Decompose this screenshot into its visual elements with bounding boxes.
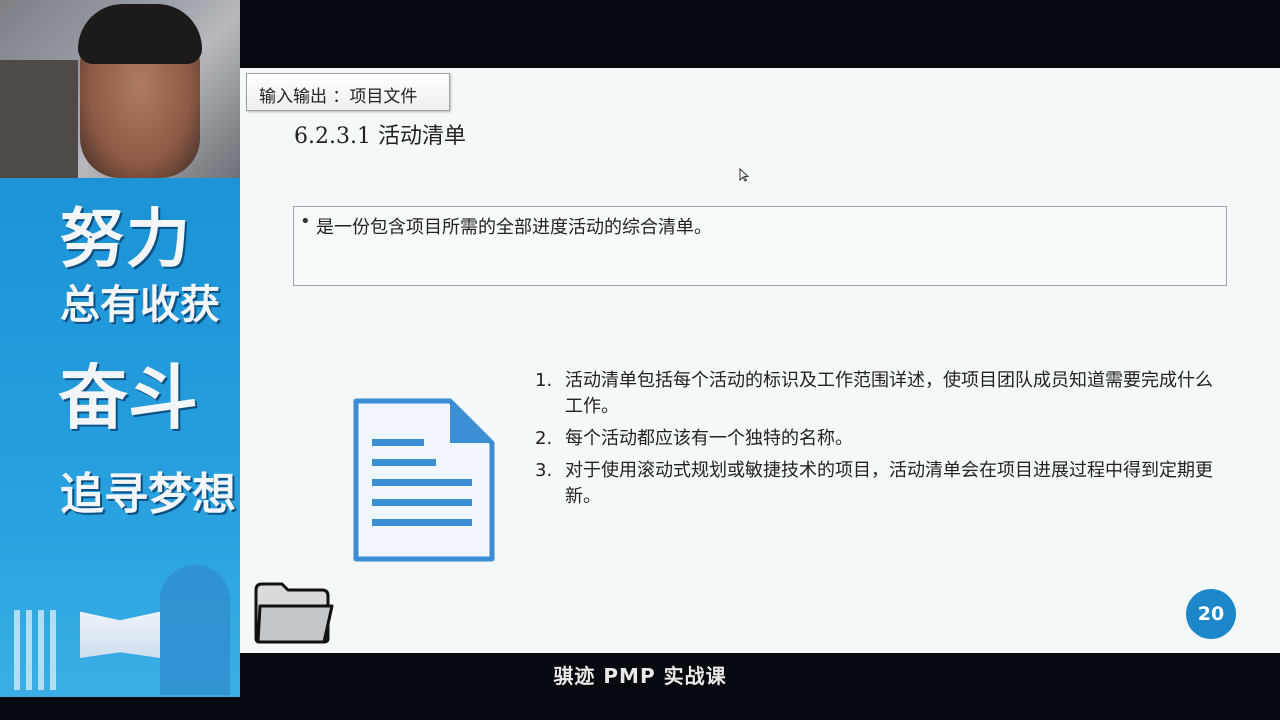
list-item: 2. 每个活动都应该有一个独特的名称。 (535, 426, 1225, 452)
page-number-badge: 20 (1186, 589, 1236, 639)
section-tab-label: 输入输出 ：项目文件 (259, 87, 418, 107)
definition-text: 是一份包含项目所需的全部进度活动的综合清单。 (316, 217, 712, 238)
definition-box: • 是一份包含项目所需的全部进度活动的综合清单。 (293, 206, 1227, 286)
slogan-line-1: 努力 (60, 203, 192, 277)
slogan-line-3: 奋斗 (58, 357, 198, 439)
list-item-number: 2. (535, 428, 553, 449)
list-item-text: 对于使用滚动式规划或敏捷技术的项目，活动清单会在项目进展过程中得到定期更新。 (565, 460, 1213, 507)
list-item-text: 活动清单包括每个活动的标识及工作范围详述，使项目团队成员知道需要完成什么工作。 (565, 370, 1213, 417)
slogan-line-2: 总有收获 (60, 282, 220, 328)
bullet-icon: • (300, 211, 311, 232)
list-item: 1. 活动清单包括每个活动的标识及工作范围详述，使项目团队成员知道需要完成什么工… (535, 368, 1225, 420)
activity-list-points: 1. 活动清单包括每个活动的标识及工作范围详述，使项目团队成员知道需要完成什么工… (535, 368, 1225, 516)
presenter-hair (78, 4, 202, 64)
list-item-number: 1. (535, 370, 553, 391)
cursor-icon (739, 168, 749, 182)
slide-canvas (240, 68, 1280, 653)
section-tab: 输入输出 ：项目文件 (246, 73, 450, 111)
book-illustration (80, 611, 160, 658)
list-item-text: 每个活动都应该有一个独特的名称。 (565, 428, 853, 449)
document-icon (353, 398, 495, 562)
list-item-number: 3. (535, 460, 553, 481)
webcam-background (0, 60, 78, 178)
folder-icon (254, 582, 334, 644)
list-item: 3. 对于使用滚动式规划或敏捷技术的项目，活动清单会在项目进展过程中得到定期更新… (535, 458, 1225, 510)
promo-banner: 努力 总有收获 奋斗 追寻梦想 (0, 0, 240, 697)
webcam-video (0, 0, 240, 178)
slogan-line-4: 追寻梦想 (60, 469, 236, 520)
footer-brand-caption: 骐迹 PMP 实战课 (553, 664, 727, 688)
slide-title: 6.2.3.1 活动清单 (294, 124, 466, 149)
